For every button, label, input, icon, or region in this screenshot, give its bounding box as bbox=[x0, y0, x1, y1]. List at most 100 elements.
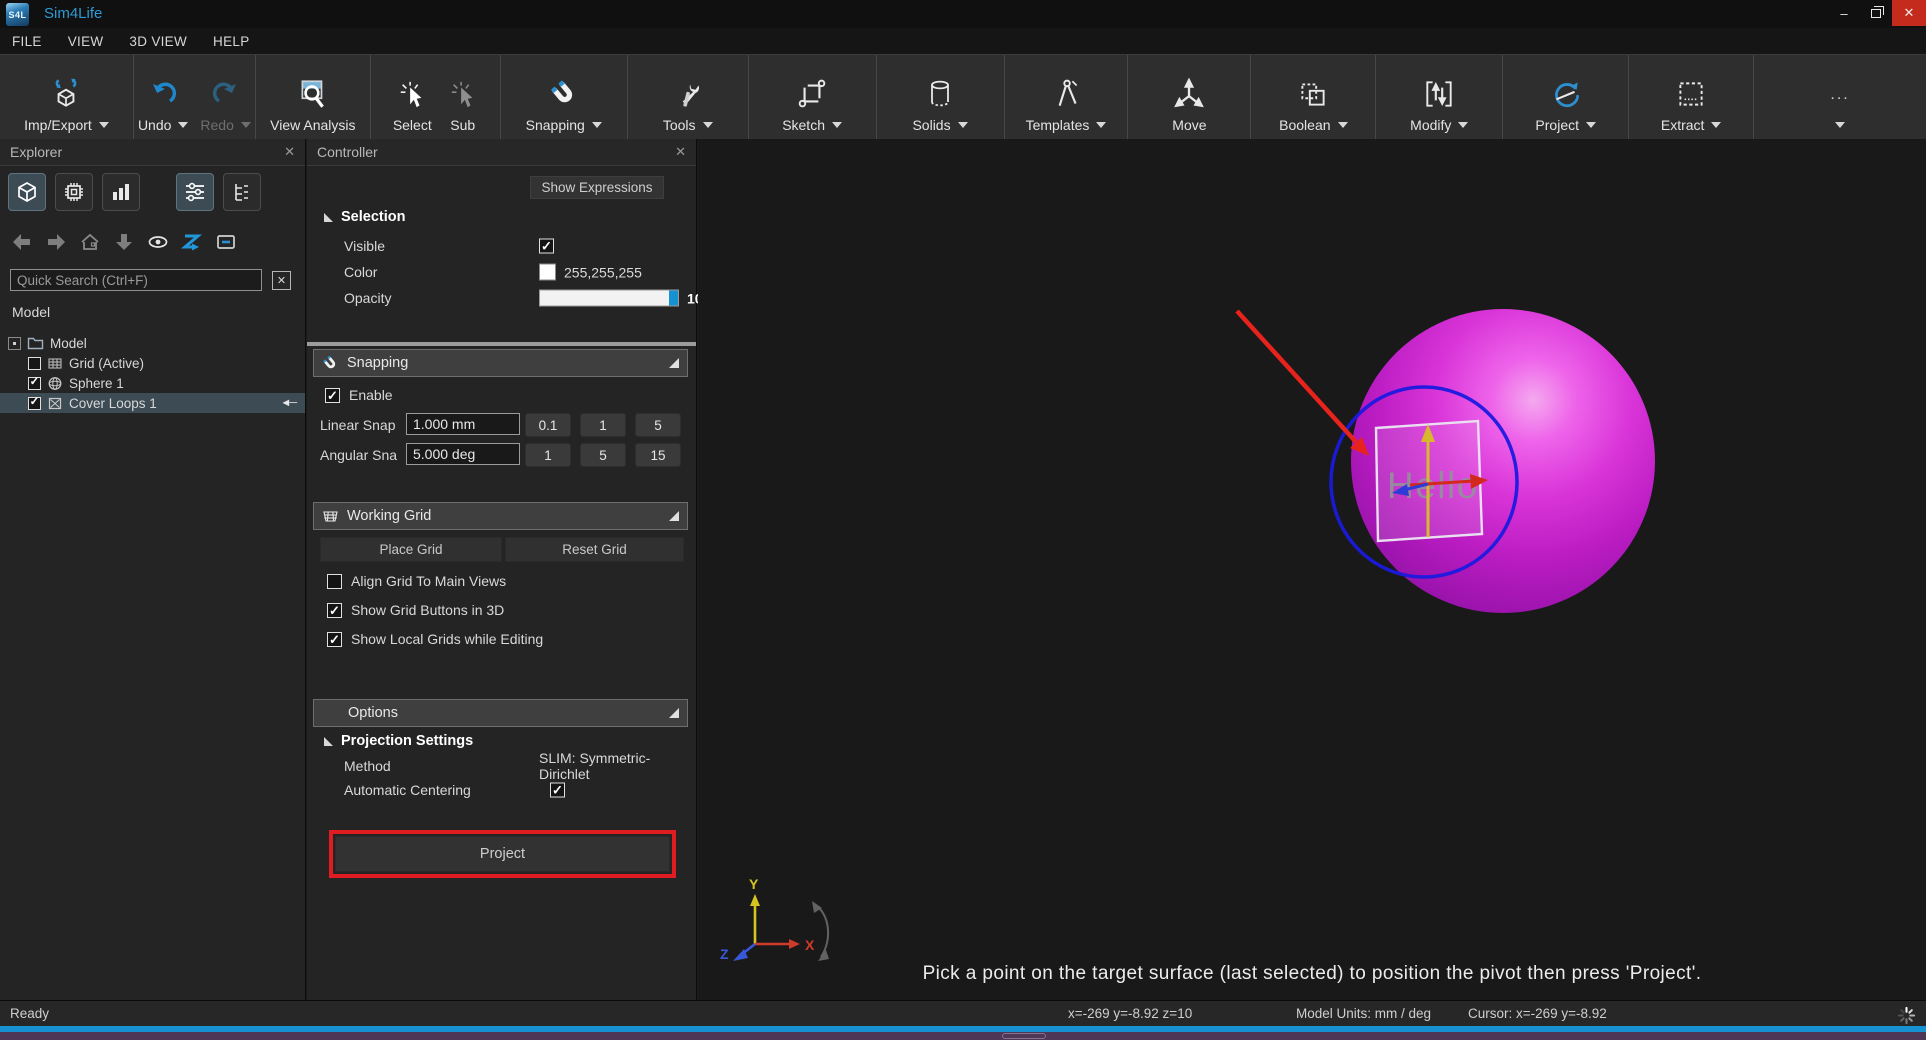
tree-item-grid[interactable]: Grid (Active) bbox=[0, 353, 305, 373]
controller-close-icon[interactable]: ✕ bbox=[675, 144, 686, 160]
color-swatch[interactable] bbox=[539, 264, 556, 281]
visibility-checkbox[interactable] bbox=[28, 377, 41, 390]
place-grid-button[interactable]: Place Grid bbox=[320, 537, 502, 562]
projection-settings-header[interactable]: Projection Settings bbox=[324, 733, 473, 749]
toolbar-project[interactable]: Project bbox=[1535, 74, 1596, 133]
chevron-down-icon[interactable] bbox=[1586, 122, 1596, 128]
snapping-section-bar[interactable]: Snapping bbox=[313, 349, 688, 377]
eye-icon[interactable] bbox=[146, 230, 170, 254]
home-icon[interactable] bbox=[78, 230, 102, 254]
selection-section-header[interactable]: Selection bbox=[324, 209, 405, 225]
visibility-checkbox[interactable] bbox=[28, 357, 41, 370]
method-value[interactable]: SLIM: Symmetric-Dirichlet bbox=[539, 750, 686, 782]
status-coordinates: x=-269 y=-8.92 z=10 bbox=[1068, 1006, 1192, 1021]
angular-preset-15[interactable]: 15 bbox=[635, 443, 681, 467]
show-expressions-button[interactable]: Show Expressions bbox=[530, 176, 664, 199]
tree-item-model[interactable]: Model bbox=[0, 333, 305, 353]
status-cursor-position: Cursor: x=-269 y=-8.92 bbox=[1468, 1006, 1607, 1021]
menu-file[interactable]: FILE bbox=[12, 34, 42, 49]
opacity-slider[interactable] bbox=[539, 290, 679, 307]
toolbar-snapping[interactable]: Snapping bbox=[526, 74, 602, 133]
toolbar-view-analysis[interactable]: View Analysis bbox=[270, 74, 355, 133]
chevron-down-icon[interactable] bbox=[1338, 122, 1348, 128]
show-local-grids-checkbox[interactable] bbox=[327, 632, 342, 647]
toolbar-tools[interactable]: Tools bbox=[663, 74, 713, 133]
forward-arrow-icon[interactable] bbox=[44, 230, 68, 254]
color-row: Color 255,255,255 bbox=[344, 262, 686, 282]
tree-item-cover-loops[interactable]: Cover Loops 1 ◄─ bbox=[0, 393, 305, 413]
tab-modeling[interactable] bbox=[8, 173, 46, 211]
toolbar-undo[interactable]: Undo bbox=[138, 74, 188, 133]
reset-grid-button[interactable]: Reset Grid bbox=[505, 537, 684, 562]
toolbar-sketch[interactable]: Sketch bbox=[782, 74, 842, 133]
linear-snap-input[interactable] bbox=[406, 413, 520, 435]
chevron-down-icon[interactable] bbox=[703, 122, 713, 128]
angular-preset-1[interactable]: 1 bbox=[525, 443, 571, 467]
magnet-icon bbox=[547, 74, 581, 112]
angular-preset-5[interactable]: 5 bbox=[580, 443, 626, 467]
visible-checkbox[interactable] bbox=[539, 239, 554, 254]
enable-checkbox[interactable] bbox=[325, 388, 340, 403]
menu-3d-view[interactable]: 3D VIEW bbox=[129, 34, 187, 49]
chevron-down-icon[interactable] bbox=[1835, 122, 1845, 128]
tab-properties[interactable] bbox=[176, 173, 214, 211]
show-grid-buttons-checkbox[interactable] bbox=[327, 603, 342, 618]
toolbar-solids[interactable]: Solids bbox=[912, 74, 967, 133]
working-grid-section-bar[interactable]: Working Grid bbox=[313, 502, 688, 530]
expand-toggle-icon[interactable] bbox=[8, 337, 21, 350]
angular-snap-input[interactable] bbox=[406, 443, 520, 465]
tab-analysis[interactable] bbox=[102, 173, 140, 211]
visibility-checkbox[interactable] bbox=[28, 397, 41, 410]
z-tool-icon[interactable] bbox=[180, 230, 204, 254]
toolbar-extract[interactable]: Extract bbox=[1661, 74, 1722, 133]
linear-preset-0.1[interactable]: 0.1 bbox=[525, 413, 571, 437]
toolbar-templates[interactable]: Templates bbox=[1026, 74, 1107, 133]
tab-simulation[interactable] bbox=[55, 173, 93, 211]
options-section-bar[interactable]: Options bbox=[313, 699, 688, 727]
panel-splitter[interactable] bbox=[307, 342, 696, 346]
toolbar-select[interactable]: Select bbox=[393, 74, 432, 133]
menu-view[interactable]: VIEW bbox=[68, 34, 104, 49]
minimize-button[interactable]: – bbox=[1828, 0, 1860, 26]
sub-select-cursor-icon bbox=[448, 74, 478, 112]
sphere-icon bbox=[47, 376, 63, 391]
chevron-down-icon[interactable] bbox=[99, 122, 109, 128]
chevron-down-icon[interactable] bbox=[592, 122, 602, 128]
slider-handle[interactable] bbox=[669, 291, 678, 306]
linear-preset-5[interactable]: 5 bbox=[635, 413, 681, 437]
down-arrow-icon[interactable] bbox=[112, 230, 136, 254]
app-window: S4L Sim4Life – ✕ FILE VIEW 3D VIEW HELP … bbox=[0, 0, 1926, 1040]
toolbar-sub-select[interactable]: Sub bbox=[448, 74, 478, 133]
project-button[interactable]: Project bbox=[335, 836, 670, 872]
chevron-down-icon[interactable] bbox=[178, 122, 188, 128]
explorer-close-icon[interactable]: ✕ bbox=[284, 144, 295, 160]
chevron-down-icon[interactable] bbox=[1458, 122, 1468, 128]
close-button[interactable]: ✕ bbox=[1892, 0, 1926, 26]
linear-snap-row: Linear Snap 0.1 1 5 bbox=[320, 413, 690, 437]
axis-triad: Y X Z bbox=[720, 876, 815, 962]
quick-search-input[interactable] bbox=[10, 269, 262, 291]
collapse-all-icon[interactable] bbox=[214, 230, 238, 254]
align-grid-checkbox[interactable] bbox=[327, 574, 342, 589]
menu-help[interactable]: HELP bbox=[213, 34, 249, 49]
chevron-down-icon[interactable] bbox=[958, 122, 968, 128]
model-section-label: Model bbox=[12, 304, 50, 320]
toolbar-boolean[interactable]: Boolean bbox=[1279, 74, 1347, 133]
viewport-3d[interactable]: Hello Y X Z bbox=[698, 139, 1926, 1000]
toolbar-imp-export[interactable]: Imp/Export bbox=[24, 74, 109, 133]
toolbar-move[interactable]: Move bbox=[1172, 74, 1206, 133]
restore-button[interactable] bbox=[1860, 0, 1892, 26]
chevron-down-icon[interactable] bbox=[832, 122, 842, 128]
back-arrow-icon[interactable] bbox=[10, 230, 34, 254]
tab-tree-view[interactable] bbox=[223, 173, 261, 211]
chevron-down-icon[interactable] bbox=[1711, 122, 1721, 128]
search-clear-icon[interactable]: ✕ bbox=[272, 271, 291, 290]
selected-row-arrow-icon: ◄─ bbox=[280, 397, 295, 409]
visible-row: Visible bbox=[344, 236, 686, 256]
chevron-down-icon[interactable] bbox=[1096, 122, 1106, 128]
linear-preset-1[interactable]: 1 bbox=[580, 413, 626, 437]
automatic-centering-checkbox[interactable] bbox=[550, 783, 565, 798]
toolbar-modify[interactable]: Modify bbox=[1410, 74, 1468, 133]
toolbar-overflow[interactable]: ... bbox=[1830, 74, 1849, 133]
tree-item-sphere[interactable]: Sphere 1 bbox=[0, 373, 305, 393]
